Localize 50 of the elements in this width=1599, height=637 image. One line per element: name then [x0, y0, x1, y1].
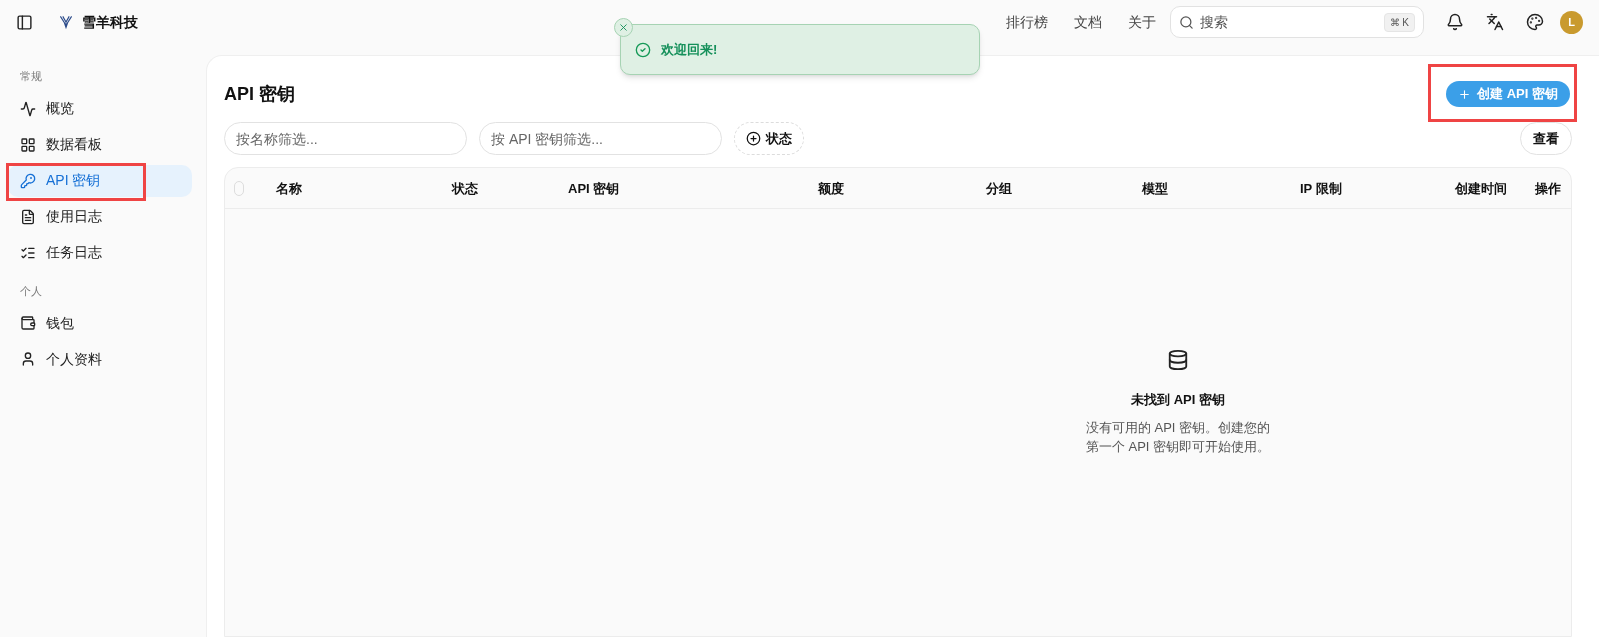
plus-icon [1458, 87, 1472, 101]
grid-icon [20, 136, 36, 153]
search-placeholder: 搜索 [1200, 12, 1229, 32]
filter-field[interactable]: 按名称筛选... [224, 122, 467, 155]
empty-title: 未找到 API 密钥 [1131, 391, 1225, 409]
logo-icon [58, 14, 74, 30]
brand-name: 雪羊科技 [82, 12, 138, 32]
close-button[interactable] [614, 18, 633, 37]
empty-description: 第一个 API 密钥即可开始使用。 [1085, 438, 1271, 456]
column-header: 分组 [986, 181, 1012, 196]
column-header: 额度 [818, 181, 844, 196]
column-header: IP 限制 [1300, 181, 1342, 196]
column-header: API 密钥 [568, 181, 620, 196]
filter-field[interactable]: 按 API 密钥筛选... [479, 122, 722, 155]
nav-link[interactable]: 关于 [1128, 11, 1156, 33]
toast-message: 欢迎回来! [661, 40, 718, 59]
nav-link[interactable]: 排行榜 [1006, 11, 1048, 33]
empty-description: 没有可用的 API 密钥。创建您的 [1085, 418, 1271, 437]
plus-circle-icon [746, 131, 761, 146]
sidebar-item[interactable]: 使用日志 [8, 200, 192, 233]
activity-icon [20, 100, 36, 117]
search-icon [1179, 14, 1194, 30]
database-icon [1167, 349, 1189, 371]
sidebar-item[interactable]: 钱包 [8, 307, 192, 339]
sidebar-toggle-icon[interactable] [16, 13, 33, 31]
sidebar-item[interactable]: 数据看板 [8, 128, 192, 161]
nav-link[interactable]: 文档 [1074, 11, 1102, 33]
sidebar-item[interactable]: 概览 [8, 92, 192, 125]
notification-icon[interactable] [1446, 13, 1464, 31]
section-title: 个人 [19, 283, 43, 299]
user-icon [20, 351, 36, 367]
search-field[interactable]: 搜索 ⌘ K [1170, 6, 1424, 38]
sidebar-item[interactable]: 个人资料 [8, 343, 192, 375]
sidebar-item[interactable]: API 密钥 [8, 164, 192, 197]
palette-icon[interactable] [1526, 13, 1544, 31]
close-icon [618, 22, 629, 33]
column-header: 状态 [452, 181, 478, 196]
wallet-icon [20, 315, 36, 331]
column-header: 模型 [1142, 181, 1168, 196]
page-title: API 密钥 [224, 82, 295, 106]
column-header: 创建时间 [1455, 181, 1507, 196]
translate-icon[interactable] [1486, 13, 1504, 31]
document-icon [20, 208, 36, 225]
success-icon [635, 41, 651, 58]
section-title: 常规 [19, 69, 43, 84]
column-header: 操作 [1535, 181, 1561, 196]
column-header: 名称 [276, 181, 302, 196]
key-icon [20, 172, 36, 189]
shortcut-hint: ⌘ K [1383, 12, 1415, 32]
sidebar-item[interactable]: 任务日志 [8, 236, 192, 269]
